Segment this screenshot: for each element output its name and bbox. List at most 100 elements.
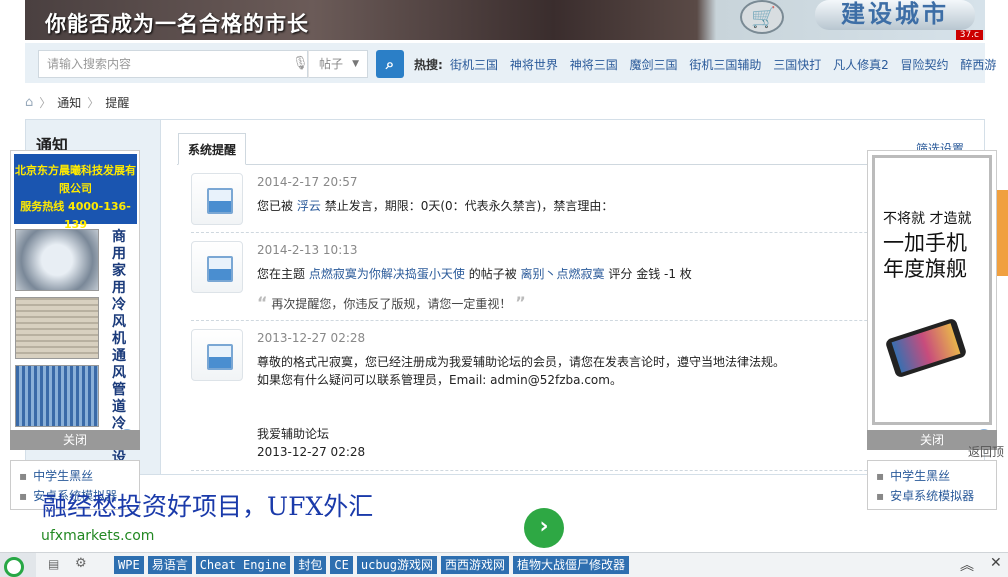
notice-body: 您已被 浮云 禁止发言，期限：0天(0：代表永久禁言)，禁言理由：: [257, 197, 613, 215]
notice-icon: [191, 173, 243, 225]
notice-text: 如果您有什么疑问可以联系管理员，Email: admin@52fzba.com。: [257, 373, 622, 387]
notice-time: 2014-2-13 10:13: [257, 243, 358, 257]
breadcrumb-item: 提醒: [105, 95, 130, 110]
notice-item: 2014-2-13 10:13 您在主题 点燃寂寞为你解决捣蛋小天使 的帖子被 …: [191, 241, 881, 321]
topic-link[interactable]: 点燃寂寞为你解决捣蛋小天使: [309, 267, 465, 281]
breadcrumb-separator: 〉: [39, 95, 52, 110]
gear-icon[interactable]: ⚙: [75, 556, 87, 571]
bottom-ad-headline[interactable]: 融经愁投资好项目，UFX外汇: [42, 487, 373, 523]
search-icon: ⌕: [385, 55, 395, 73]
breadcrumb-item[interactable]: 通知: [57, 94, 81, 111]
hot-search-label: 热搜:: [414, 58, 443, 72]
signature-name: 我爱辅助论坛: [257, 427, 330, 441]
bottom-ad-url[interactable]: ufxmarkets.com: [41, 528, 154, 544]
hot-link[interactable]: 街机三国: [450, 58, 498, 72]
notification-panel: 系统提醒 筛选设置 2014-2-17 20:57 您已被 浮云 禁止发言，期限…: [161, 119, 985, 475]
taskbar-item[interactable]: ucbug游戏网: [356, 556, 437, 574]
notice-item: 2014-2-17 20:57 您已被 浮云 禁止发言，期限：0天(0：代表永久…: [191, 173, 881, 229]
close-icon[interactable]: ✕: [990, 555, 1002, 571]
top-banner-ad[interactable]: 你能否成为一名合格的市长 建设城市 37.c: [25, 0, 985, 40]
left-floating-ad[interactable]: 北京东方晨曦科技发展有限公司 服务热线 4000-136-139 商用家用冷风机…: [10, 150, 140, 483]
search-button[interactable]: ⌕: [376, 50, 404, 78]
notice-text: 禁止发言，期限：0天(0：代表永久禁言)，禁言理由：: [324, 199, 614, 213]
taskbar-item[interactable]: 西西游戏网: [441, 556, 510, 574]
right-floating-ad[interactable]: 不将就 才造就 一加手机 年度旗舰 ✿: [867, 150, 997, 450]
user-link[interactable]: 离别丶点燃寂寞: [521, 267, 605, 281]
side-float-tab[interactable]: [997, 190, 1008, 276]
notice-text: 评分 金钱 -1 枚: [608, 267, 692, 281]
taskbar: ▤ ⚙ WPE 易语言 Cheat Engine 封包 CE ucbug游戏网 …: [0, 552, 1008, 577]
chevron-down-icon: ▼: [352, 59, 359, 69]
notice-quote: “ 再次提醒您，你违反了版规，请您一定重视！ ”: [257, 293, 526, 312]
hot-link[interactable]: 三国快打: [773, 58, 821, 72]
notice-signature: 我爱辅助论坛 2013-12-27 02:28: [257, 425, 365, 461]
taskbar-item[interactable]: CE: [330, 556, 353, 574]
product-image-cooler: [15, 297, 99, 359]
start-icon[interactable]: [0, 553, 36, 577]
chevron-up-icon[interactable]: ︽: [960, 555, 974, 575]
product-image-fan: [15, 229, 99, 291]
banner-corner-tag: 37.c: [955, 30, 983, 40]
taskbar-item[interactable]: 植物大战僵尸修改器: [513, 556, 630, 574]
ad-company-header: 北京东方晨曦科技发展有限公司 服务热线 4000-136-139: [14, 154, 137, 231]
taskbar-item[interactable]: 易语言: [147, 556, 192, 574]
ad-headline: 一加手机: [883, 231, 967, 255]
build-city-button[interactable]: 建设城市: [815, 0, 975, 30]
close-left-ad-button[interactable]: 关闭: [10, 430, 140, 450]
hot-link[interactable]: 魔剑三国: [630, 58, 678, 72]
ad-link[interactable]: 中学生黑丝: [19, 466, 131, 486]
product-image-unit: [15, 365, 99, 427]
go-arrow-button[interactable]: ›: [524, 508, 564, 548]
ad-subheadline: 年度旗舰: [883, 257, 967, 281]
banner-slogan: 你能否成为一名合格的市长: [45, 12, 309, 36]
notice-text: 您已被: [257, 199, 294, 213]
hot-link[interactable]: 神将世界: [510, 58, 558, 72]
divider: [191, 320, 967, 321]
phone-image: [884, 317, 968, 379]
search-type-select[interactable]: 帖子 ▼: [308, 50, 368, 78]
ad-company-name: 北京东方晨曦科技发展有限公司: [15, 164, 136, 195]
ad-tagline: 不将就 才造就: [883, 211, 972, 227]
search-input[interactable]: 请输入搜索内容: [38, 50, 308, 78]
microphone-icon[interactable]: 🎙: [292, 56, 309, 71]
tab-divider: [177, 164, 967, 165]
right-ad-links: 中学生黑丝 安卓系统模拟器: [867, 460, 997, 510]
ad-link[interactable]: 中学生黑丝: [876, 466, 988, 486]
ad-link[interactable]: 安卓系统模拟器: [876, 486, 988, 506]
user-link[interactable]: 浮云: [297, 199, 321, 213]
taskbar-items: WPE 易语言 Cheat Engine 封包 CE ucbug游戏网 西西游戏…: [114, 556, 630, 574]
search-type-value: 帖子: [319, 57, 344, 71]
hot-link[interactable]: 冒险契约: [901, 58, 949, 72]
notice-text: 您在主题: [257, 267, 306, 281]
signature-time: 2013-12-27 02:28: [257, 445, 366, 459]
taskbar-item[interactable]: 封包: [294, 556, 327, 574]
divider: [191, 232, 967, 233]
divider: [191, 470, 967, 471]
home-icon[interactable]: ⌂: [25, 95, 33, 110]
hot-search-links: 街机三国 神将世界 神将三国 魔剑三国 街机三国辅助 三国快打 凡人修真2 冒险…: [450, 56, 1004, 73]
quote-open-icon: “: [257, 293, 268, 312]
hot-link[interactable]: 神将三国: [570, 58, 618, 72]
notice-body: 您在主题 点燃寂寞为你解决捣蛋小天使 的帖子被 离别丶点燃寂寞 评分 金钱 -1…: [257, 265, 692, 283]
hot-link[interactable]: 凡人修真2: [833, 58, 889, 72]
taskbar-item[interactable]: Cheat Engine: [195, 556, 291, 574]
notice-time: 2014-2-17 20:57: [257, 175, 358, 189]
notice-body: 尊敬的格式卍寂寞，您已经注册成为我爱辅助论坛的会员，请您在发表言论时，遵守当地法…: [257, 353, 785, 389]
back-to-top-link[interactable]: 返回顶: [968, 443, 1004, 460]
ad-frame: 不将就 才造就 一加手机 年度旗舰: [872, 155, 992, 425]
search-bar: 请输入搜索内容 🎙 帖子 ▼ ⌕ 热搜: 街机三国 神将世界 神将三国 魔剑三国…: [25, 43, 996, 83]
notice-item: 2013-12-27 02:28 尊敬的格式卍寂寞，您已经注册成为我爱辅助论坛的…: [191, 329, 881, 469]
cart-icon: [740, 0, 784, 34]
quote-close-icon: ”: [515, 293, 526, 312]
breadcrumb: ⌂ 〉 通知 〉 提醒: [25, 94, 130, 111]
tab-system-reminder[interactable]: 系统提醒: [178, 133, 246, 165]
notice-text: 的帖子被: [468, 267, 517, 281]
breadcrumb-separator: 〉: [87, 95, 100, 110]
notice-text: 尊敬的格式卍寂寞，您已经注册成为我爱辅助论坛的会员，请您在发表言论时，遵守当地法…: [257, 355, 786, 369]
notice-time: 2013-12-27 02:28: [257, 331, 366, 345]
chat-icon[interactable]: ▤: [48, 557, 59, 571]
notice-icon: [191, 329, 243, 381]
taskbar-item[interactable]: WPE: [114, 556, 144, 574]
hot-link[interactable]: 街机三国辅助: [689, 58, 761, 72]
hot-link[interactable]: 醉西游: [960, 58, 996, 72]
